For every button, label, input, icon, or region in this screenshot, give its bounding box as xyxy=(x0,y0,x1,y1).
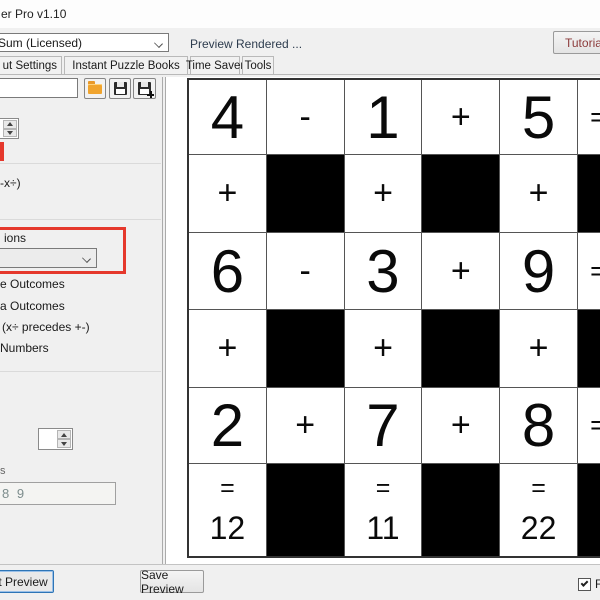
tab-time-saver[interactable]: Time Saver xyxy=(186,56,244,74)
save-as-icon xyxy=(138,82,154,98)
print-preview-button[interactable]: t Preview xyxy=(0,570,54,593)
grid-cell-r4c1: + xyxy=(266,388,344,463)
grid-cell-r2c4: 9 xyxy=(500,233,577,309)
title-bar: er Pro v1.10 xyxy=(0,0,600,28)
puzzle-type-select[interactable]: Sum (Licensed) xyxy=(0,33,169,52)
tab-tools[interactable]: Tools xyxy=(242,56,274,74)
puzzle-type-value: Sum (Licensed) xyxy=(0,35,83,50)
numbers-field-label: s xyxy=(0,465,6,477)
option-outcomes-2[interactable]: a Outcomes xyxy=(0,299,65,313)
grid-cell-r2c0: 6 xyxy=(189,233,266,309)
separator xyxy=(0,219,161,220)
grid-cell-r3c0: + xyxy=(189,310,266,387)
grid-cell-r4c0: 2 xyxy=(189,388,266,463)
highlighted-dropdown[interactable] xyxy=(0,248,97,268)
grid-cell-r5c5 xyxy=(577,464,600,556)
grid-cell-r2c2: 3 xyxy=(344,233,422,309)
chevron-down-icon xyxy=(82,254,91,263)
tab-layout-settings[interactable]: ut Settings xyxy=(0,56,62,74)
grid-cell-r2c1: - xyxy=(266,233,344,309)
stepper-up-icon[interactable] xyxy=(57,430,71,439)
numeric-stepper-bottom[interactable] xyxy=(38,428,73,450)
grid-cell-r0c0: 4 xyxy=(189,80,266,154)
grid-cell-r3c3 xyxy=(422,310,500,387)
grid-cell-r1c1 xyxy=(266,155,344,232)
grid-cell-r1c4: + xyxy=(500,155,577,232)
open-folder-button[interactable] xyxy=(84,78,106,99)
chevron-down-icon xyxy=(154,39,163,48)
grid-cell-r4c2: 7 xyxy=(344,388,422,463)
grid-cell-r5c0: = 12 xyxy=(189,464,266,556)
status-text: Preview Rendered ... xyxy=(190,37,303,51)
save-as-button[interactable] xyxy=(133,78,156,99)
check-icon xyxy=(580,579,589,587)
grid-cell-r3c2: + xyxy=(344,310,422,387)
grid-cell-r0c2: 1 xyxy=(344,80,422,154)
grid-cell-r5c2: = 11 xyxy=(344,464,422,556)
grid-cell-r2c5: = xyxy=(577,233,600,309)
grid-cell-r3c5 xyxy=(577,310,600,387)
save-icon xyxy=(113,82,127,95)
option-outcomes-1[interactable]: e Outcomes xyxy=(0,277,65,291)
highlight-fragment xyxy=(0,142,4,161)
option-precedence[interactable]: (x÷ precedes +-) xyxy=(2,320,90,334)
grid-cell-r4c4: 8 xyxy=(500,388,577,463)
grid-cell-r5c3 xyxy=(422,464,500,556)
grid-cell-r3c1 xyxy=(266,310,344,387)
save-preview-button[interactable]: Save Preview xyxy=(140,568,204,596)
grid-cell-r1c3 xyxy=(422,155,500,232)
tutorial-button[interactable]: Tutoria xyxy=(553,31,600,54)
grid-cell-r4c3: + xyxy=(422,388,500,463)
stepper-down-icon[interactable] xyxy=(3,128,17,137)
grid-cell-r3c4: + xyxy=(500,310,577,387)
footer-checkbox-label: F xyxy=(595,577,600,591)
stepper-up-icon[interactable] xyxy=(3,120,17,129)
window-title: er Pro v1.10 xyxy=(1,7,67,21)
bottom-bar xyxy=(0,564,600,600)
grid-cell-r1c0: + xyxy=(189,155,266,232)
save-button[interactable] xyxy=(109,78,131,99)
highlighted-section-label: ions xyxy=(4,231,27,245)
tab-strip-border xyxy=(0,74,600,75)
numbers-list-input[interactable] xyxy=(0,482,116,505)
grid-cell-r0c4: 5 xyxy=(500,80,577,154)
grid-cell-r5c4: = 22 xyxy=(500,464,577,556)
grid-cell-r2c3: + xyxy=(422,233,500,309)
panel-divider xyxy=(162,77,163,564)
grid-cell-r1c2: + xyxy=(344,155,422,232)
file-path-input[interactable] xyxy=(0,78,78,98)
grid-cell-r4c5: = xyxy=(577,388,600,463)
puzzle-grid: 4-1 +5 = + + +6-3 +9 = + + +2 +7 +8 = = 12 = 11 = 22 xyxy=(187,78,600,558)
tab-instant-puzzle-books[interactable]: Instant Puzzle Books xyxy=(64,56,188,74)
operator-note: -x÷) xyxy=(0,176,21,190)
folder-icon xyxy=(88,80,102,94)
separator xyxy=(0,163,161,164)
grid-cell-r0c5: = xyxy=(577,80,600,154)
grid-cell-r5c1 xyxy=(266,464,344,556)
grid-cell-r1c5 xyxy=(577,155,600,232)
numeric-stepper-top[interactable] xyxy=(0,118,19,139)
stepper-down-icon[interactable] xyxy=(57,439,71,448)
option-numbers[interactable]: Numbers xyxy=(0,341,49,355)
separator xyxy=(0,371,161,372)
footer-checkbox[interactable] xyxy=(578,578,591,591)
grid-cell-r0c3: + xyxy=(422,80,500,154)
grid-cell-r0c1: - xyxy=(266,80,344,154)
